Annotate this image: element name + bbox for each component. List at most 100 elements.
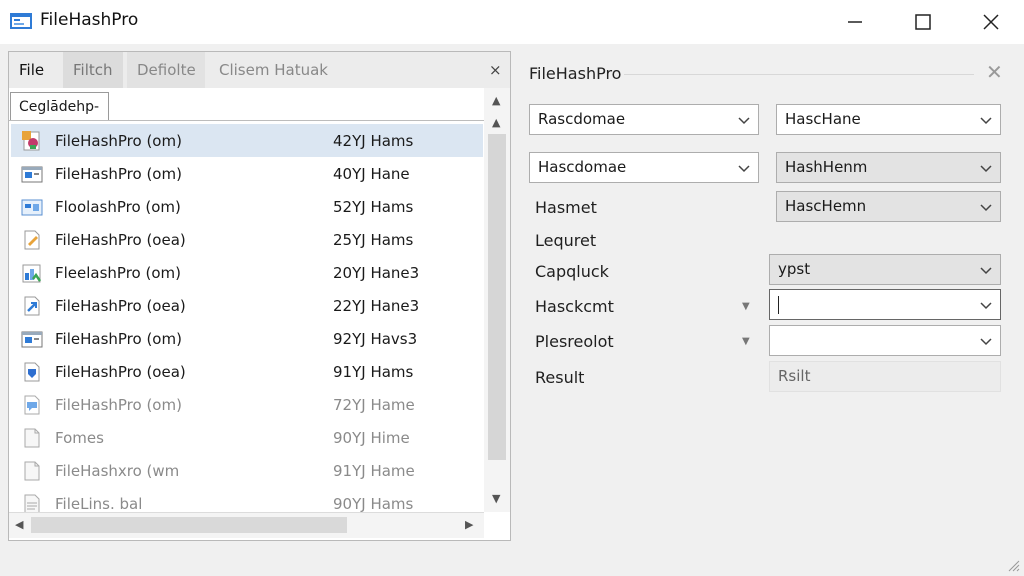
maximize-button[interactable]: [888, 0, 958, 44]
chevron-down-icon: [980, 338, 992, 346]
hashhenm-dropdown[interactable]: HashHenm: [776, 152, 1001, 183]
chat-file-icon: [24, 395, 40, 415]
hasckcmt-label: Hasckcmt: [535, 297, 614, 316]
file-name: FileLins. bal: [55, 495, 143, 513]
tab-ceglodehp[interactable]: Ceglādehp-: [10, 92, 109, 121]
file-name: FleelashPro (om): [55, 264, 181, 282]
title-bar: FileHashPro: [0, 0, 1024, 44]
hasckcmt-dropdown[interactable]: [769, 289, 1001, 320]
file-size: 90YJ Hime: [333, 429, 410, 447]
lequret-label: Lequret: [535, 231, 597, 250]
horizontal-scrollbar[interactable]: ◀ ▶: [9, 512, 484, 538]
scroll-left-icon[interactable]: ◀: [15, 518, 23, 531]
file-name: FileHashPro (om): [55, 330, 182, 348]
file-list-item[interactable]: FileHashPro (oea) 22YJ Hane3: [11, 289, 483, 322]
file-list-item[interactable]: FileHashPro (om) 92YJ Havs3: [11, 322, 483, 355]
scroll-up-icon[interactable]: ▲: [492, 94, 500, 107]
chevron-down-icon: [980, 204, 992, 212]
file-name: Fomes: [55, 429, 104, 447]
file-size: 42YJ Hams: [333, 132, 414, 150]
haschane-dropdown[interactable]: HascHane: [776, 104, 1001, 135]
rascdomae-value: Rascdomae: [538, 110, 626, 128]
file-name: FileHashPro (oea): [55, 363, 186, 381]
menu-defiolte[interactable]: Defiolte: [127, 52, 205, 88]
file-list-item[interactable]: Fomes 90YJ Hime: [11, 421, 483, 454]
file-name: FileHashPro (om): [55, 396, 182, 414]
link-file-icon: [24, 296, 40, 316]
menu-bar: File Filtch Defiolte Clisem Hatuak ×: [9, 52, 510, 88]
scroll-down-icon[interactable]: ▼: [492, 492, 500, 505]
file-name: FileHashPro (oea): [55, 231, 186, 249]
window-file-icon: [21, 166, 43, 183]
file-list: FileHashPro (om) 42YJ Hams FileHashPro (om…: [11, 122, 483, 514]
file-size: 22YJ Hane3: [333, 297, 420, 315]
result-field: Rsilt: [769, 361, 1001, 392]
capqluck-label: Capqluck: [535, 262, 609, 281]
text-cursor: [778, 296, 779, 314]
panel-title-divider: [624, 74, 974, 75]
chevron-down-icon: [738, 165, 750, 173]
file-list-pane: File Filtch Defiolte Clisem Hatuak × Ceg…: [8, 51, 511, 541]
file-size: 20YJ Hane3: [333, 264, 420, 282]
vertical-scrollbar[interactable]: ▲ ▲ ▼: [484, 88, 510, 512]
window-file-icon: [21, 331, 43, 348]
hasmet-dropdown[interactable]: HascHemn: [776, 191, 1001, 222]
file-size: 25YJ Hams: [333, 231, 414, 249]
file-size: 72YJ Hame: [333, 396, 415, 414]
plesreolot-dropdown[interactable]: [769, 325, 1001, 356]
file-list-item[interactable]: FleelashPro (om) 20YJ Hane3: [11, 256, 483, 289]
scroll-up-alt-icon[interactable]: ▲: [492, 116, 500, 129]
minimize-icon: [848, 21, 862, 23]
chevron-down-icon: [980, 302, 992, 310]
file-size: 91YJ Hame: [333, 462, 415, 480]
blank-file-icon: [24, 428, 40, 448]
chevron-down-icon: [738, 117, 750, 125]
file-list-item[interactable]: FileHashPro (om) 40YJ Hane: [11, 157, 483, 190]
hashhenm-value: HashHenm: [785, 158, 868, 176]
rascdomae-dropdown[interactable]: Rascdomae: [529, 104, 759, 135]
file-list-item[interactable]: FileHashPro (oea) 25YJ Hams: [11, 223, 483, 256]
result-label: Result: [535, 368, 585, 387]
minimize-button[interactable]: [820, 0, 890, 44]
haschane-value: HascHane: [785, 110, 861, 128]
image-file-icon: [22, 131, 40, 151]
scroll-right-icon[interactable]: ▶: [465, 518, 473, 531]
file-size: 91YJ Hams: [333, 363, 414, 381]
file-name: FileHashPro (om): [55, 132, 182, 150]
shield-file-icon: [24, 362, 40, 382]
chart-file-icon: [22, 264, 42, 283]
file-list-item[interactable]: FloolashPro (om) 52YJ Hams: [11, 190, 483, 223]
window-title: FileHashPro: [40, 10, 139, 30]
vertical-scroll-thumb[interactable]: [488, 134, 506, 460]
file-list-item[interactable]: FileHashPro (om) 72YJ Hame: [11, 388, 483, 421]
file-list-item[interactable]: FileHashxro (wm 91YJ Hame: [11, 454, 483, 487]
maximize-icon: [915, 14, 931, 30]
small-triangle-icon: ▼: [742, 301, 750, 312]
resize-grip-icon[interactable]: [1004, 556, 1020, 572]
file-size: 52YJ Hams: [333, 198, 414, 216]
file-name: FileHashPro (om): [55, 165, 182, 183]
file-size: 90YJ Hams: [333, 495, 414, 513]
close-button[interactable]: [956, 0, 1024, 44]
app-file-icon: [21, 199, 43, 216]
file-size: 92YJ Havs3: [333, 330, 418, 348]
panel-close-icon[interactable]: ✕: [986, 60, 1003, 84]
file-list-item[interactable]: FileHashPro (oea) 91YJ Hams: [11, 355, 483, 388]
small-triangle-icon: ▼: [742, 336, 750, 347]
app-icon: [10, 13, 32, 29]
file-name: FileHashxro (wm: [55, 462, 180, 480]
hasmet-value: HascHemn: [785, 197, 867, 215]
hascdomae-dropdown[interactable]: Hascdomae: [529, 152, 759, 183]
file-size: 40YJ Hane: [333, 165, 410, 183]
horizontal-scroll-thumb[interactable]: [31, 517, 347, 533]
capqluck-value: ypst: [778, 260, 811, 278]
chevron-down-icon: [980, 117, 992, 125]
menu-close-icon[interactable]: ×: [489, 61, 502, 79]
blank-file-icon: [24, 461, 40, 481]
menu-clisem-hatuak[interactable]: Clisem Hatuak: [209, 52, 338, 88]
capqluck-dropdown[interactable]: ypst: [769, 254, 1001, 285]
menu-file[interactable]: File: [9, 52, 54, 88]
menu-filtch[interactable]: Filtch: [63, 52, 123, 88]
hasmet-label: Hasmet: [535, 198, 597, 217]
file-list-item[interactable]: FileHashPro (om) 42YJ Hams: [11, 124, 483, 157]
